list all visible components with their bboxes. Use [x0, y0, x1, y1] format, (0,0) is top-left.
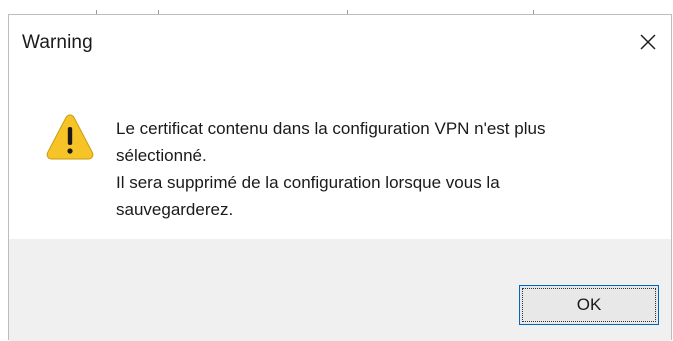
message-line: Il sera supprimé de la configuration lor…	[116, 173, 500, 192]
ok-button-label: OK	[522, 288, 656, 322]
message-line: sélectionné.	[116, 146, 207, 165]
close-button[interactable]	[625, 15, 671, 68]
dialog-content: Le certificat contenu dans la configurat…	[9, 68, 671, 239]
warning-dialog: Warning Le certificat contenu dans la co…	[8, 14, 672, 341]
screen: Warning Le certificat contenu dans la co…	[0, 0, 673, 341]
warning-icon	[46, 114, 94, 160]
dialog-message: Le certificat contenu dans la configurat…	[116, 115, 636, 223]
ok-button[interactable]: OK	[519, 285, 659, 325]
close-icon	[640, 34, 656, 49]
dialog-title-bar[interactable]: Warning	[9, 15, 671, 68]
dialog-footer: OK	[9, 239, 671, 341]
message-line: Le certificat contenu dans la configurat…	[116, 119, 546, 138]
message-line: sauvegarderez.	[116, 200, 234, 219]
background-window-edge	[0, 0, 673, 14]
dialog-title: Warning	[22, 32, 93, 53]
